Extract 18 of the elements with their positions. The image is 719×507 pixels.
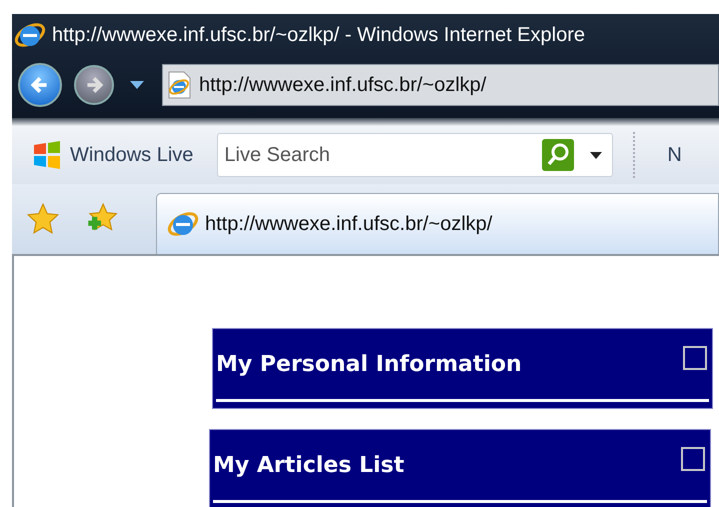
browser-tab[interactable]: http://wwwexe.inf.ufsc.br/~ozlkp/ — [156, 193, 719, 254]
panel-title: My Articles List — [213, 452, 404, 478]
history-dropdown-icon[interactable] — [130, 81, 144, 89]
windows-flag-icon — [32, 141, 62, 169]
forward-button[interactable] — [74, 65, 114, 105]
search-field[interactable]: Live Search — [217, 133, 614, 177]
address-field[interactable]: http://wwwexe.inf.ufsc.br/~ozlkp/ — [162, 64, 719, 106]
page-icon — [167, 71, 191, 99]
menu-item[interactable]: N — [667, 144, 682, 166]
windows-live-label[interactable]: Windows Live — [70, 144, 194, 166]
checkbox[interactable] — [681, 447, 705, 471]
checkbox[interactable] — [683, 346, 707, 370]
favorites-star-icon[interactable] — [26, 202, 60, 236]
back-button[interactable] — [18, 63, 62, 107]
caret-icon[interactable] — [590, 152, 602, 158]
search-icon[interactable] — [542, 139, 574, 171]
panel-title: My Personal Information — [216, 352, 522, 376]
window-title: http://wwwexe.inf.ufsc.br/~ozlkp/ - Windows Internet Explore — [52, 24, 585, 46]
